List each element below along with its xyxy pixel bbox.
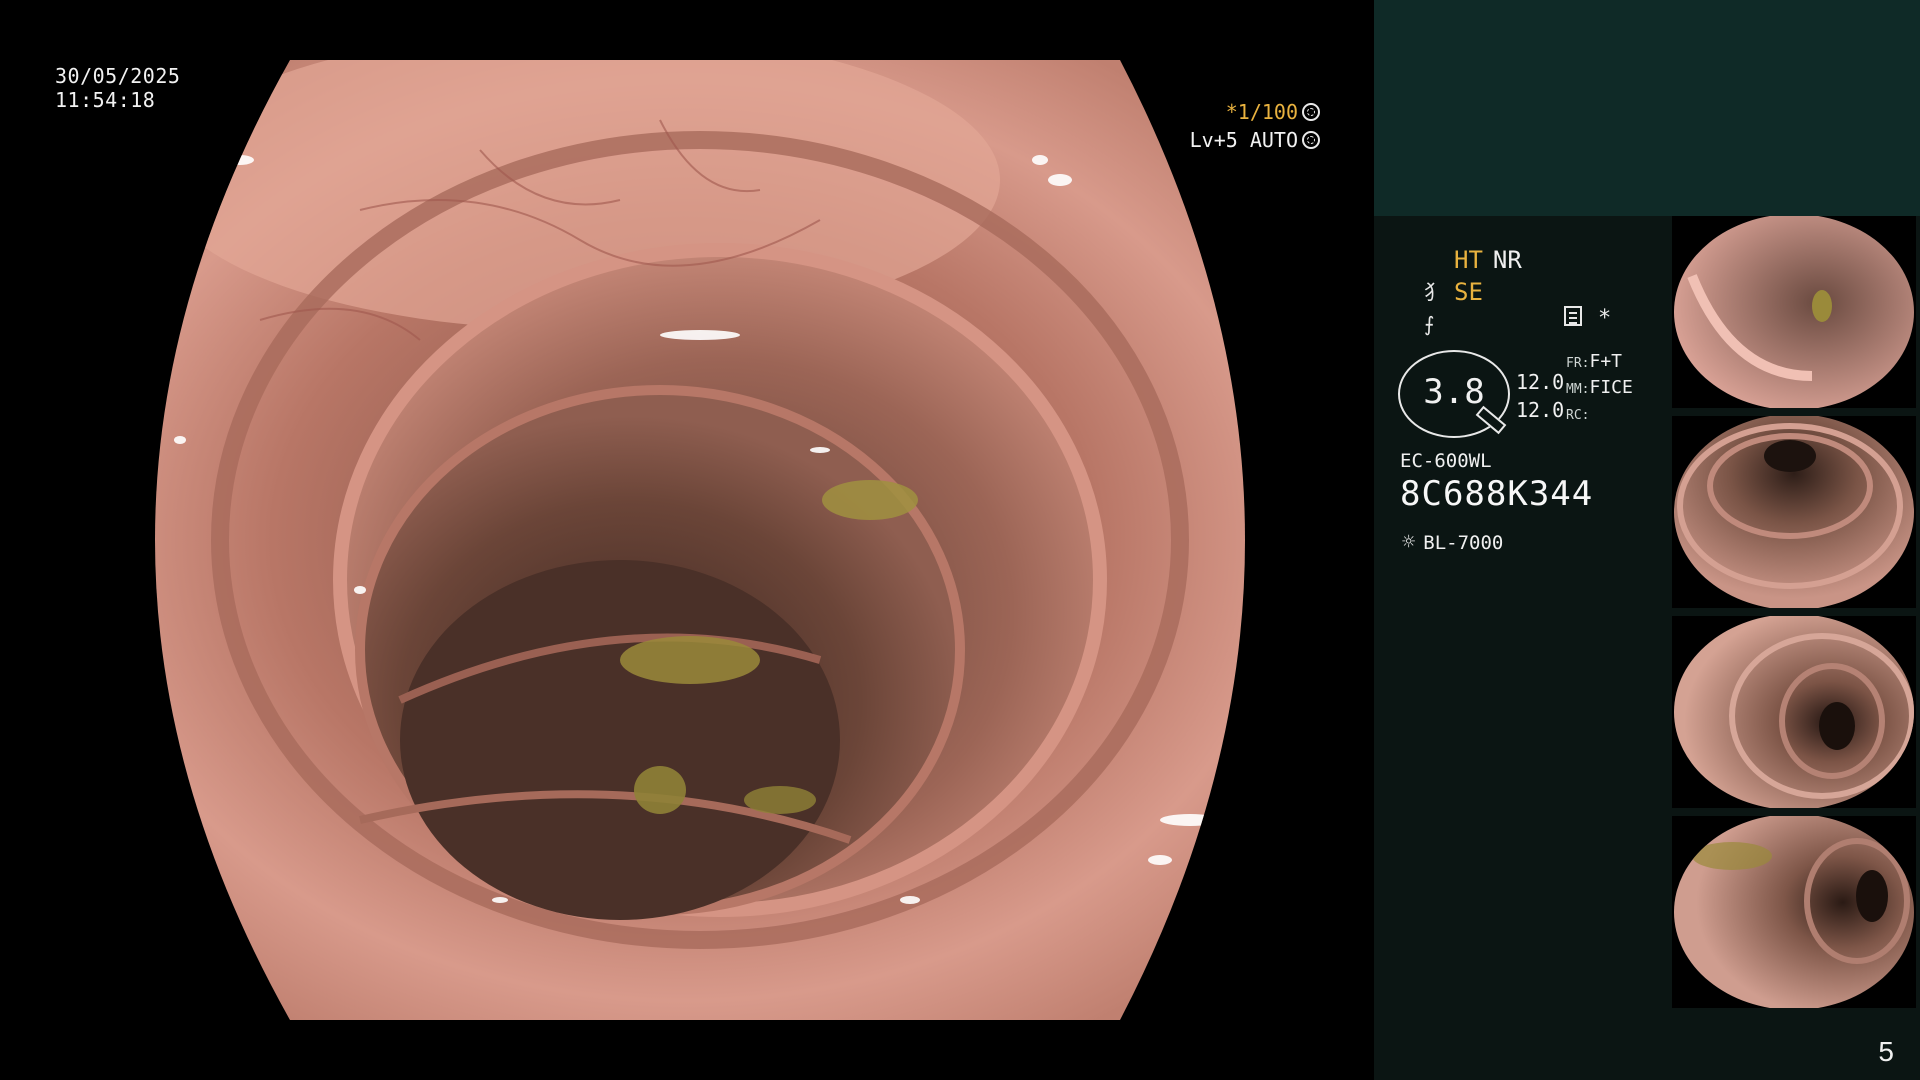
thumbnail-image [1674,216,1914,408]
thumbnail-3[interactable] [1672,616,1916,808]
datetime-overlay: 30/05/2025 11:54:18 [55,64,180,112]
exposure-overlay: *1/100 Lv+5 AUTO [1190,98,1320,154]
color-icon: ⨍ [1424,312,1435,336]
scope-model: EC-600WL [1400,450,1492,472]
iris-row: Lv+5 AUTO [1190,126,1320,154]
page-number: 5 [1878,1036,1894,1067]
thumbnail-4[interactable] [1672,816,1916,1008]
thumbnail-image [1674,416,1914,608]
shutter-text: *1/100 [1225,100,1298,124]
status-icons: * [1564,306,1611,331]
time-text: 11:54:18 [55,88,156,112]
mode-nr: NR [1492,246,1522,274]
date-text: 30/05/2025 [55,64,181,88]
zoom-value: 3.8 [1423,372,1485,412]
mode-settings: FR:F+T MM:FICE RC: [1566,350,1633,428]
fr-value: F+T [1589,351,1622,372]
star-icon: * [1598,306,1612,331]
fr-label: FR: [1566,356,1590,371]
thumbnail-2[interactable] [1672,416,1916,608]
processing-modes: HT NR ⺨ SE ⨍ [1424,244,1522,340]
mode-row-ht: HT NR [1424,244,1522,276]
info-panel: HT NR ⺨ SE ⨍ * 3.8 12.0 12.0 FR:F+T MM:F… [1374,0,1920,1080]
mm-value: FICE [1589,377,1633,398]
enh-value-2: 12.0 [1516,398,1565,422]
mode-ht: HT [1454,246,1483,274]
enhancement-values: 12.0 12.0 [1516,368,1564,424]
endoscopy-view [60,60,1310,1020]
enh-value-1: 12.0 [1516,370,1565,394]
mm-row: MM:FICE [1566,376,1633,402]
record-icon [1564,306,1582,326]
scope-serial: 8C688K344 [1400,474,1594,514]
mode-se: SE [1454,278,1483,306]
thumbnail-1[interactable] [1672,216,1916,408]
light-source: ☼ BL-7000 [1402,530,1503,555]
thumbnail-image [1674,616,1914,808]
thumbnail-image [1674,816,1914,1008]
shutter-icon [1302,103,1320,121]
shutter-row: *1/100 [1190,98,1320,126]
iris-mode-text: Lv+5 AUTO [1189,128,1298,152]
panel-header [1374,0,1920,216]
capture-thumbnails [1672,216,1920,1016]
structure-icon: ⺨ [1424,280,1444,304]
mode-row-glyph: ⨍ [1424,308,1522,340]
light-bulb-icon: ☼ [1402,530,1416,555]
rc-label: RC: [1566,408,1590,423]
mm-label: MM: [1566,382,1590,397]
rc-row: RC: [1566,402,1633,428]
fr-row: FR:F+T [1566,350,1633,376]
light-source-text: BL-7000 [1423,531,1504,554]
colon-image [155,60,1245,1020]
mode-row-se: ⺨ SE [1424,276,1522,308]
iris-icon [1302,131,1320,149]
